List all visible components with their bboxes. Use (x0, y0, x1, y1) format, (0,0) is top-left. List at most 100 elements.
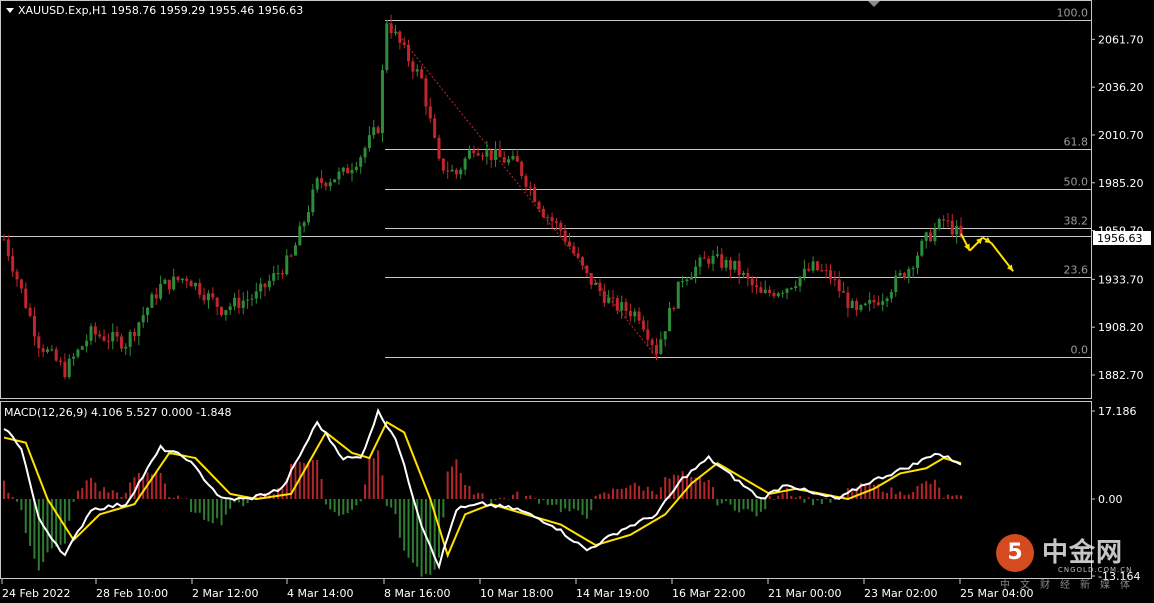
price-tick-label: 1985.20 (1098, 177, 1144, 190)
candle-body (633, 311, 637, 317)
candle-body (19, 279, 23, 289)
candle-body (215, 297, 219, 307)
candle-body (246, 299, 250, 301)
fibonacci-retracement[interactable]: 100.0 61.8 50.0 38.2 23.6 0.0 (1, 7, 1091, 358)
candle-body (868, 299, 872, 304)
candle-body (15, 271, 19, 280)
candle-body (176, 276, 180, 281)
candle-body (563, 230, 567, 242)
candle-body (750, 278, 754, 286)
candle-body (146, 307, 150, 316)
fib-level-label: 23.6 (1064, 264, 1089, 277)
candle-body (515, 156, 519, 162)
candle-body (720, 254, 724, 268)
candle-body (789, 288, 793, 290)
candle-body (59, 360, 63, 362)
candle-body (454, 169, 458, 175)
price-pane-frame (0, 0, 1092, 399)
candle-body (407, 44, 411, 62)
candle-body (546, 217, 550, 219)
candle-body (385, 23, 389, 71)
candle-body (742, 273, 745, 276)
candle-body (150, 294, 154, 308)
candle-body (11, 256, 15, 272)
fib-level-label: 61.8 (1064, 136, 1089, 149)
macd-tick-label: 17.186 (1098, 405, 1137, 418)
candle-body (476, 153, 480, 156)
candle-body (467, 150, 471, 159)
candle-body (811, 261, 815, 271)
candle-body (768, 289, 772, 294)
candle-body (785, 288, 789, 293)
fib-level-label: 0.0 (1071, 344, 1089, 357)
candle-body (402, 42, 406, 45)
current-price-label: 1956.63 (1097, 232, 1143, 245)
macd-tick-label: 0.00 (1098, 493, 1123, 506)
chart-shift-marker[interactable] (868, 1, 880, 7)
fib-level-label: 38.2 (1064, 215, 1089, 228)
candle-body (185, 278, 189, 281)
candle-body (798, 276, 802, 287)
candle-body (524, 176, 528, 187)
candle-body (763, 289, 767, 293)
candle-body (376, 127, 380, 134)
time-tick-label: 23 Mar 02:00 (864, 587, 937, 600)
candle-body (6, 239, 10, 257)
candle-body (28, 307, 32, 316)
candle-body (855, 300, 859, 311)
forecast-arrows[interactable] (960, 233, 1014, 272)
candle-body (711, 255, 715, 264)
candle-body (494, 149, 498, 161)
candle-body (685, 279, 689, 282)
candle-body (681, 281, 685, 283)
candle-body (872, 299, 876, 303)
candle-body (128, 331, 132, 347)
candle-body (876, 302, 880, 305)
candle-body (859, 305, 863, 311)
candle-body (50, 349, 54, 351)
candle-body (781, 292, 785, 294)
candle-body (450, 169, 454, 172)
candle-body (707, 258, 711, 264)
trading-chart[interactable]: 100.0 61.8 50.0 38.2 23.6 0.0 2061.70 2036.20 2… (0, 0, 1154, 603)
candle-body (380, 70, 384, 134)
candle-body (333, 179, 337, 183)
symbol-menu-icon[interactable] (6, 8, 14, 13)
candle-body (842, 290, 846, 293)
candle-body (641, 320, 645, 330)
candle-body (776, 293, 780, 297)
price-axis: 2061.702036.202010.701985.201959.701933.… (1091, 33, 1144, 382)
candle-body (694, 266, 698, 277)
candle-body (598, 282, 602, 292)
candle-body (550, 217, 554, 222)
candle-body (728, 259, 732, 270)
candle-body (920, 240, 924, 256)
candle-body (511, 156, 515, 160)
candle-body (320, 178, 324, 183)
time-tick-label: 16 Mar 22:00 (672, 587, 745, 600)
candle-body (942, 219, 946, 221)
candle-body (267, 280, 271, 288)
candle-body (272, 273, 276, 281)
candle-body (359, 157, 363, 167)
candle-body (637, 311, 641, 321)
candle-body (459, 169, 463, 175)
candle-body (424, 78, 428, 107)
candle-body (881, 301, 885, 305)
candle-body (850, 300, 854, 308)
candle-body (933, 228, 937, 242)
candle-body (898, 272, 902, 276)
candle-body (533, 187, 537, 202)
candle-body (885, 298, 889, 302)
candle-body (328, 182, 332, 187)
candle-body (159, 283, 163, 299)
candle-body (115, 332, 119, 337)
candle-body (615, 298, 619, 311)
candle-body (119, 336, 123, 349)
symbol-header: XAUUSD.Exp,H1 1958.76 1959.29 1955.46 19… (18, 4, 303, 17)
candle-body (341, 167, 345, 172)
candle-body (759, 287, 763, 293)
candle-body (76, 349, 80, 357)
candle-body (433, 118, 437, 138)
candle-body (689, 276, 693, 280)
